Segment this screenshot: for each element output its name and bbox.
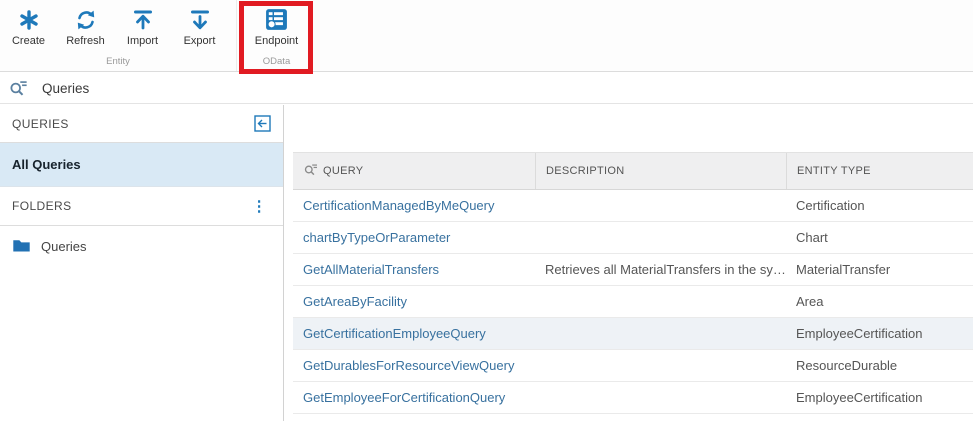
- entity-type-cell: Area: [786, 294, 973, 309]
- query-magnifier-icon: [303, 162, 318, 180]
- column-header-query-label: QUERY: [323, 165, 363, 177]
- import-icon: [131, 5, 155, 34]
- folder-icon: [12, 237, 31, 256]
- sidebar-folders-header: FOLDERS ⋮: [0, 187, 283, 226]
- column-header-entity-type-label: ENTITY TYPE: [797, 165, 871, 177]
- query-link[interactable]: GetAreaByFacility: [293, 294, 535, 309]
- create-button[interactable]: Create: [0, 0, 57, 54]
- sidebar-folder-item-queries[interactable]: Queries: [0, 226, 283, 266]
- entity-type-cell: EmployeeCertification: [786, 326, 973, 341]
- endpoint-table-icon: [264, 5, 289, 34]
- entity-type-cell: MaterialTransfer: [786, 262, 973, 277]
- query-link[interactable]: GetDurablesForResourceViewQuery: [293, 358, 535, 373]
- ribbon-toolbar: Create Refresh: [0, 0, 973, 72]
- page-title-bar: Queries: [0, 73, 973, 104]
- sidebar: QUERIES All Queries FOLDERS ⋮: [0, 105, 284, 421]
- content-area: QUERIES All Queries FOLDERS ⋮: [0, 105, 973, 421]
- query-magnifier-icon: [8, 78, 28, 98]
- query-link[interactable]: GetEmployeeForCertificationQuery: [293, 390, 535, 405]
- table-header-row: QUERY DESCRIPTION ENTITY TYPE: [293, 152, 973, 190]
- export-icon: [188, 5, 212, 34]
- sidebar-folder-item-label: Queries: [41, 239, 87, 254]
- column-header-entity-type[interactable]: ENTITY TYPE: [786, 153, 973, 189]
- collapse-panel-button[interactable]: [254, 115, 271, 132]
- entity-type-cell: EmployeeCertification: [786, 390, 973, 405]
- export-button[interactable]: Export: [171, 0, 228, 54]
- ribbon-group-odata: Endpoint OData: [236, 0, 316, 71]
- query-link[interactable]: CertificationManagedByMeQuery: [293, 198, 535, 213]
- page-title: Queries: [42, 81, 89, 96]
- query-link[interactable]: GetAllMaterialTransfers: [293, 262, 535, 277]
- export-button-label: Export: [184, 35, 216, 47]
- ribbon-group-label-odata: OData: [237, 56, 316, 67]
- create-button-label: Create: [12, 35, 45, 47]
- table-row[interactable]: CertificationManagedByMeQuery Certificati…: [293, 190, 973, 222]
- entity-type-cell: Certification: [786, 198, 973, 213]
- endpoint-button-label: Endpoint: [255, 35, 298, 47]
- sidebar-folders-header-label: FOLDERS: [12, 199, 71, 213]
- queries-table: QUERY DESCRIPTION ENTITY TYPE Certificat…: [293, 152, 973, 414]
- ribbon-group-entity: Create Refresh: [0, 0, 236, 71]
- table-row[interactable]: GetDurablesForResourceViewQuery ResourceD…: [293, 350, 973, 382]
- collapse-panel-icon: [254, 115, 271, 132]
- kebab-menu-icon[interactable]: ⋮: [248, 197, 271, 216]
- import-button-label: Import: [127, 35, 158, 47]
- entity-type-cell: ResourceDurable: [786, 358, 973, 373]
- sidebar-item-all-queries-label: All Queries: [12, 157, 81, 172]
- table-row[interactable]: GetAreaByFacility Area: [293, 286, 973, 318]
- main-area: QUERY DESCRIPTION ENTITY TYPE Certificat…: [285, 105, 973, 421]
- table-row[interactable]: GetCertificationEmployeeQuery EmployeeCer…: [293, 318, 973, 350]
- refresh-button[interactable]: Refresh: [57, 0, 114, 54]
- create-asterisk-icon: [17, 5, 41, 34]
- table-row[interactable]: chartByTypeOrParameter Chart: [293, 222, 973, 254]
- column-header-description-label: DESCRIPTION: [546, 165, 624, 177]
- sidebar-panel-header-label: QUERIES: [12, 117, 69, 131]
- refresh-button-label: Refresh: [66, 35, 105, 47]
- refresh-icon: [74, 5, 98, 34]
- app-window: Create Refresh: [0, 0, 973, 421]
- query-link[interactable]: chartByTypeOrParameter: [293, 230, 535, 245]
- column-header-description[interactable]: DESCRIPTION: [535, 153, 786, 189]
- query-link[interactable]: GetCertificationEmployeeQuery: [293, 326, 535, 341]
- description-cell: Retrieves all MaterialTransfers in the s…: [535, 262, 786, 277]
- table-row[interactable]: GetEmployeeForCertificationQuery Employee…: [293, 382, 973, 414]
- table-row[interactable]: GetAllMaterialTransfersRetrieves all Mat…: [293, 254, 973, 286]
- sidebar-item-all-queries[interactable]: All Queries: [0, 143, 283, 187]
- column-header-query[interactable]: QUERY: [293, 153, 535, 189]
- sidebar-panel-header: QUERIES: [0, 105, 283, 143]
- table-body: CertificationManagedByMeQuery Certificati…: [293, 190, 973, 414]
- entity-type-cell: Chart: [786, 230, 973, 245]
- ribbon-group-label-entity: Entity: [0, 56, 236, 67]
- import-button[interactable]: Import: [114, 0, 171, 54]
- endpoint-button[interactable]: Endpoint: [237, 0, 316, 54]
